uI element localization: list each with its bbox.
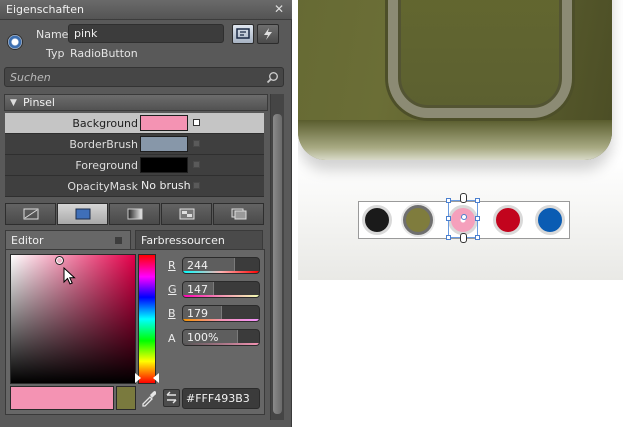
search-icon [266,72,278,84]
tab-editor[interactable]: Editor [5,230,131,250]
new-color-preview [10,386,114,410]
device-button-ring [388,0,572,118]
properties-icon [236,28,250,39]
center-point-handle[interactable] [461,214,467,220]
advanced-options-marker[interactable] [193,140,200,147]
properties-view-button[interactable] [232,24,254,44]
color-radio-red[interactable] [493,205,523,235]
advanced-options-marker[interactable] [193,119,200,126]
resize-handle-tl[interactable] [446,198,451,203]
brush-section-title: Pinsel [23,96,55,109]
brush-property-background[interactable]: Background [5,113,264,134]
color-picker-cursor[interactable] [55,256,64,265]
tab-color-resources[interactable]: Farbressourcen [135,230,263,250]
properties-panel: Eigenschaften ✕ Name Typ RadioButton Suc… [0,0,292,427]
resize-handle-l[interactable] [446,216,451,221]
background-swatch[interactable] [140,115,188,131]
brush-property-foreground[interactable]: Foreground [5,155,264,176]
brush-type-tabs [5,203,264,225]
type-label: Typ [46,47,65,60]
hex-color-input[interactable]: #FFF493B3 [182,388,260,409]
design-artboard [298,0,623,280]
name-input[interactable] [68,24,224,43]
red-label: R [168,259,176,272]
brush-resources-icon[interactable] [213,203,264,225]
foreground-swatch[interactable] [140,157,188,173]
color-radio-black[interactable] [362,205,392,235]
blue-label: B [168,307,176,320]
mouse-pointer-icon [63,267,76,285]
resize-handle-tr[interactable] [475,198,480,203]
pin-top-icon[interactable] [460,193,467,203]
tile-brush-icon[interactable] [161,203,212,225]
red-input[interactable]: 244 [182,257,260,274]
alpha-label: A [168,332,176,345]
search-placeholder: Suchen [10,71,51,84]
close-icon[interactable]: ✕ [274,2,284,16]
scrollbar-thumb[interactable] [273,114,282,414]
eyedropper-icon[interactable] [140,389,156,407]
brush-property-borderbrush[interactable]: BorderBrush [5,134,264,155]
tab-color-resources-label: Farbressourcen [141,234,225,247]
hex-color-value: #FFF493B3 [186,392,250,405]
events-view-button[interactable] [257,24,279,44]
tab-marker [115,237,122,244]
no-brush-icon[interactable] [5,203,56,225]
resize-handle-bl[interactable] [446,235,451,240]
green-input[interactable]: 147 [182,281,260,298]
resize-handle-r[interactable] [475,216,480,221]
color-swap-button[interactable] [163,389,180,407]
type-value: RadioButton [70,47,138,60]
property-name: Foreground [75,159,138,172]
blue-input[interactable]: 179 [182,305,260,322]
green-value: 147 [187,283,208,296]
panel-title: Eigenschaften [6,3,84,16]
advanced-options-marker[interactable] [193,182,200,189]
color-radio-olive[interactable] [403,205,433,235]
collapse-icon: ▼ [10,98,17,108]
lightning-icon [264,28,272,40]
red-value: 244 [187,259,208,272]
property-name: Background [72,117,138,130]
swap-arrows-icon [166,391,177,404]
old-color-preview[interactable] [116,386,136,410]
panel-scrollbar[interactable] [270,94,284,420]
property-name: OpacityMask [67,180,138,193]
color-radio-blue[interactable] [535,205,565,235]
search-input[interactable]: Suchen [4,67,284,87]
brush-property-opacitymask[interactable]: OpacityMask No brush [5,176,264,197]
name-label: Name [36,28,69,41]
device-edge [298,120,612,160]
resize-handle-br[interactable] [475,235,480,240]
alpha-input[interactable]: 100% [182,329,260,346]
property-name: BorderBrush [69,138,138,151]
brush-section-header[interactable]: ▼ Pinsel [4,94,268,111]
advanced-options-marker[interactable] [193,161,200,168]
hue-slider[interactable] [138,254,156,384]
pin-bottom-icon[interactable] [460,233,467,243]
radio-button-icon [7,34,23,50]
hue-slider-thumb-right[interactable] [153,373,159,383]
blue-value: 179 [187,307,208,320]
alpha-value: 100% [187,331,219,344]
hue-slider-thumb-left[interactable] [135,373,141,383]
gradient-brush-icon[interactable] [109,203,160,225]
borderbrush-swatch[interactable] [140,136,188,152]
panel-titlebar: Eigenschaften ✕ [0,0,292,20]
tab-editor-label: Editor [11,234,44,247]
green-label: G [168,283,177,296]
solid-color-brush-icon[interactable] [57,203,108,225]
opacitymask-value[interactable]: No brush [140,178,194,194]
